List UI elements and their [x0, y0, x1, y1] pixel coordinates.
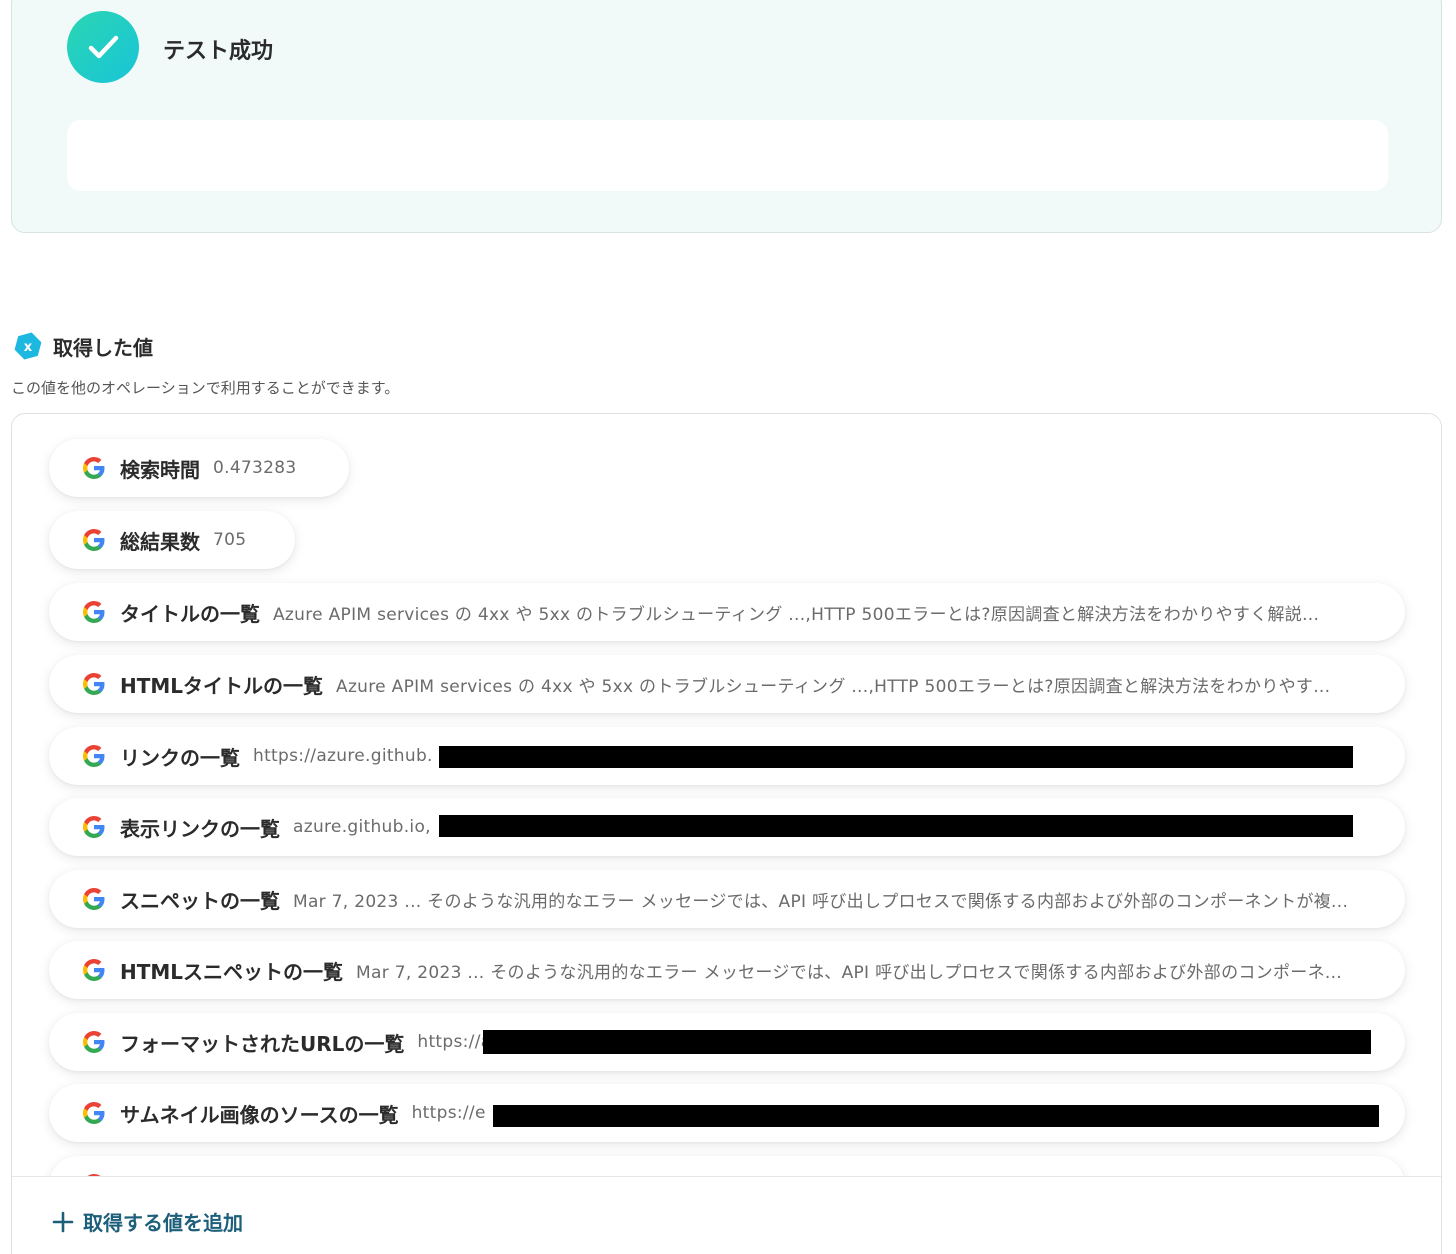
value-item-formatted-url-list[interactable]: フォーマットされたURLの一覧 https://a — [49, 1013, 1405, 1071]
value-label: フォーマットされたURLの一覧 — [120, 1031, 405, 1056]
add-value-label: 取得する値を追加 — [83, 1211, 243, 1235]
test-success-title: テスト成功 — [163, 39, 274, 64]
google-icon — [83, 1102, 105, 1124]
value-item-link-list[interactable]: リンクの一覧 https://azure.github. — [49, 727, 1405, 785]
google-icon — [83, 529, 105, 551]
plus-icon — [52, 1211, 74, 1232]
value-item-html-title-list[interactable]: HTMLタイトルの一覧 Azure APIM services の 4xx や … — [49, 655, 1405, 713]
section-title: 取得した値 — [53, 336, 153, 360]
value-label: サムネイル画像のソースの一覧 — [120, 1102, 399, 1127]
redaction-bar — [439, 815, 1353, 837]
values-footer: 取得する値を追加 — [12, 1176, 1441, 1254]
value-text: https://e — [411, 1103, 486, 1123]
test-result-panel: テスト成功 — [11, 0, 1442, 233]
variable-icon: x — [12, 330, 44, 362]
value-label: HTMLタイトルの一覧 — [120, 673, 324, 698]
value-text: https://azure.github. — [253, 746, 433, 766]
google-icon — [83, 888, 105, 910]
value-text: https://a — [417, 1032, 492, 1052]
value-item-title-list[interactable]: タイトルの一覧 Azure APIM services の 4xx や 5xx … — [49, 583, 1405, 641]
value-label: HTMLスニペットの一覧 — [120, 959, 344, 984]
value-text: 705 — [213, 530, 247, 550]
google-icon — [83, 745, 105, 767]
redaction-bar — [493, 1105, 1379, 1127]
google-icon — [83, 601, 105, 623]
value-item-html-snippet-list[interactable]: HTMLスニペットの一覧 Mar 7, 2023 ... そのような汎用的なエラ… — [49, 941, 1405, 999]
values-panel: 検索時間 0.473283 総結果数 705 タイトルの一覧 Azure API… — [11, 413, 1442, 1254]
value-label: 総結果数 — [120, 529, 200, 554]
value-label: 検索時間 — [120, 457, 200, 482]
value-text: Mar 7, 2023 ... そのような汎用的なエラー メッセージでは、API… — [293, 891, 1349, 912]
svg-text:x: x — [24, 340, 33, 355]
section-description: この値を他のオペレーションで利用することができます。 — [11, 379, 400, 397]
check-icon — [67, 11, 139, 83]
add-value-button[interactable]: 取得する値を追加 — [52, 1207, 243, 1236]
value-label: 表示リンクの一覧 — [120, 816, 280, 841]
google-icon — [83, 457, 105, 479]
google-icon — [83, 1031, 105, 1053]
google-icon — [83, 959, 105, 981]
value-label: リンクの一覧 — [120, 745, 240, 770]
value-text: Azure APIM services の 4xx や 5xx のトラブルシュー… — [273, 604, 1320, 625]
redaction-bar — [483, 1030, 1371, 1054]
value-text: Azure APIM services の 4xx や 5xx のトラブルシュー… — [336, 676, 1331, 697]
value-item-thumbnail-source-list[interactable]: サムネイル画像のソースの一覧 https://e — [49, 1084, 1405, 1142]
test-result-box — [67, 120, 1388, 191]
value-text: 0.473283 — [213, 458, 297, 478]
redaction-bar — [439, 746, 1353, 768]
value-item-search-time[interactable]: 検索時間 0.473283 — [49, 439, 349, 497]
value-label: スニペットの一覧 — [120, 888, 280, 913]
value-item-total-results[interactable]: 総結果数 705 — [49, 511, 295, 569]
value-item-snippet-list[interactable]: スニペットの一覧 Mar 7, 2023 ... そのような汎用的なエラー メッ… — [49, 870, 1405, 928]
google-icon — [83, 816, 105, 838]
value-text: azure.github.io, — [293, 817, 431, 837]
value-label: タイトルの一覧 — [120, 601, 260, 626]
google-icon — [83, 673, 105, 695]
value-text: Mar 7, 2023 ... そのような汎用的なエラー メッセージでは、API… — [356, 962, 1342, 983]
value-item-display-link-list[interactable]: 表示リンクの一覧 azure.github.io, — [49, 798, 1405, 856]
